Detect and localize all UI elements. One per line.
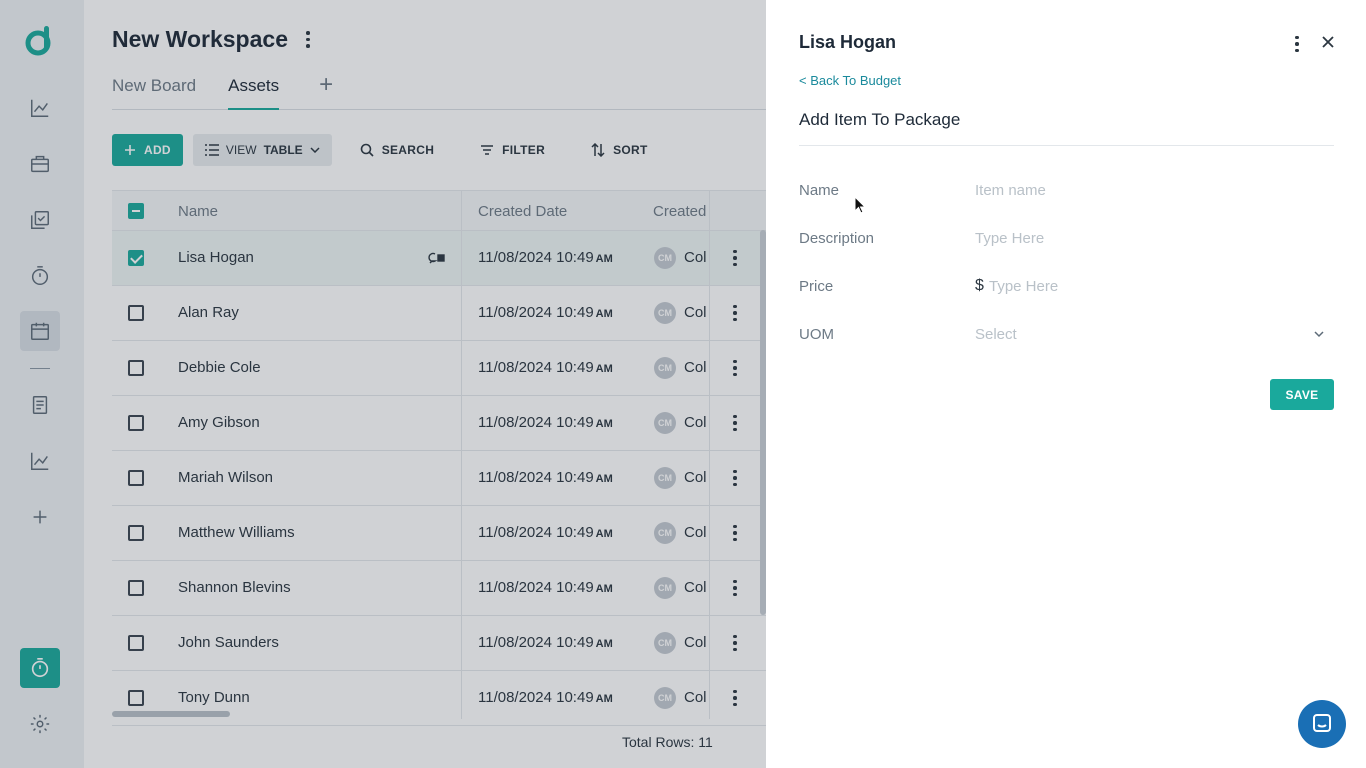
description-label: Description — [799, 230, 875, 247]
uom-label: UOM — [799, 326, 834, 343]
currency-symbol: $ — [975, 277, 984, 294]
panel-menu-icon[interactable] — [1289, 34, 1305, 54]
panel-subtitle: Add Item To Package — [799, 110, 961, 129]
back-to-budget-link[interactable]: < Back To Budget — [799, 73, 901, 88]
description-input[interactable] — [975, 230, 1315, 247]
divider — [799, 145, 1334, 146]
panel-title: Lisa Hogan — [799, 32, 897, 52]
save-button[interactable]: SAVE — [1270, 379, 1334, 410]
close-icon[interactable] — [1321, 35, 1335, 49]
chat-icon — [1313, 714, 1331, 732]
price-label: Price — [799, 278, 834, 295]
side-panel: Lisa Hogan < Back To Budget Add Item To … — [766, 0, 1366, 768]
uom-select[interactable]: Select — [975, 326, 1315, 343]
name-label: Name — [799, 182, 840, 199]
mouse-cursor-icon — [854, 196, 866, 214]
price-input[interactable] — [989, 278, 1309, 295]
modal-backdrop[interactable] — [0, 0, 766, 768]
name-input[interactable] — [975, 182, 1315, 199]
chevron-down-icon[interactable] — [1313, 328, 1325, 340]
chat-support-button[interactable] — [1298, 700, 1346, 748]
